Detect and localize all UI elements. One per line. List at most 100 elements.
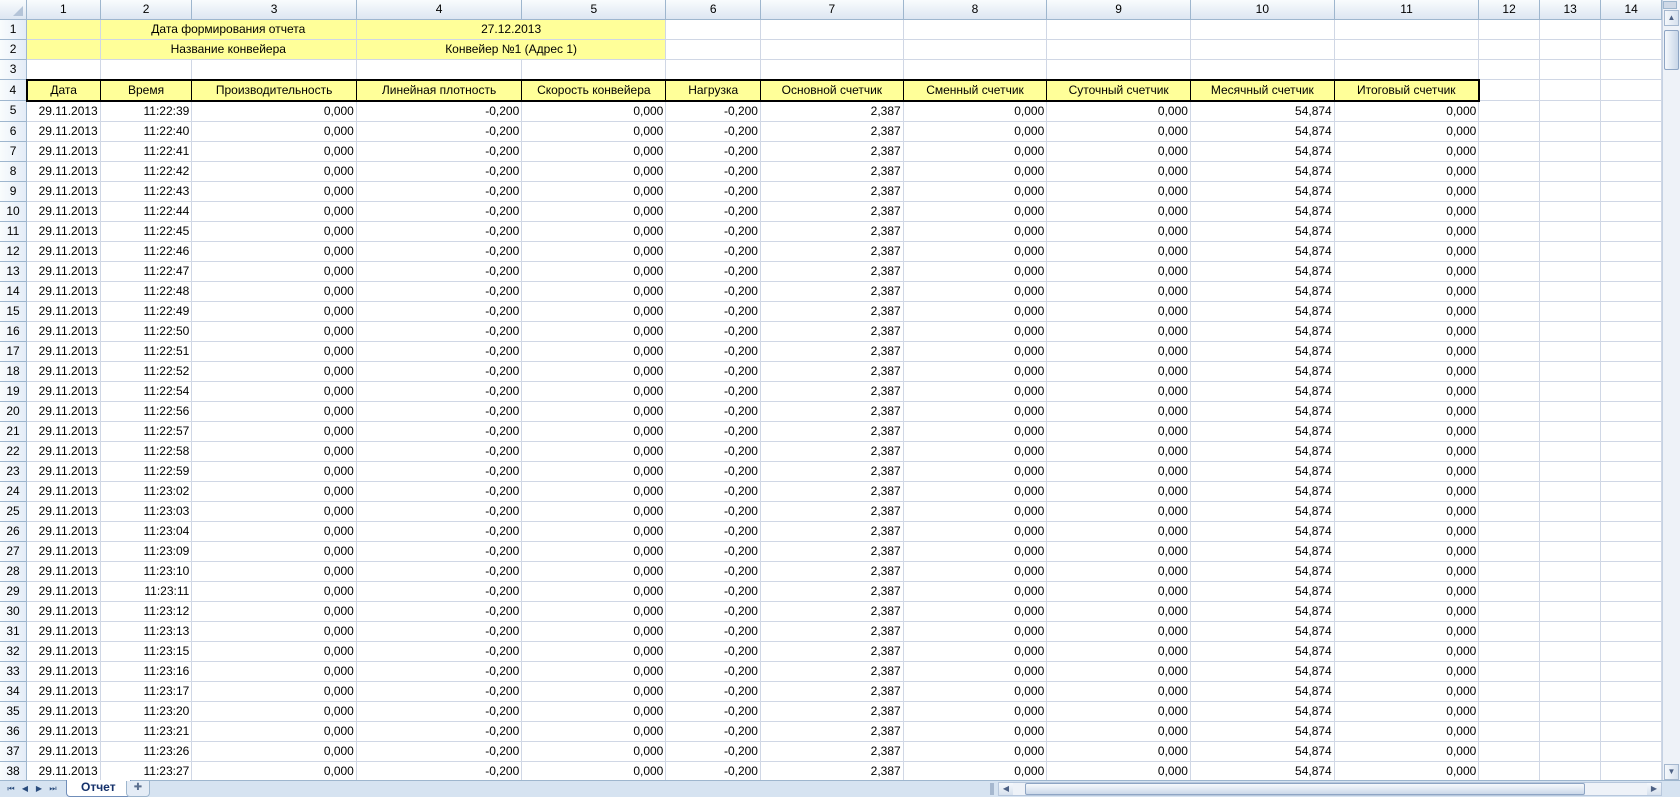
- data-cell[interactable]: 29.11.2013: [26, 361, 101, 382]
- data-cell[interactable]: 2,387: [760, 221, 904, 242]
- data-cell[interactable]: 0,000: [191, 721, 357, 742]
- data-cell[interactable]: 54,874: [1190, 241, 1335, 262]
- data-cell[interactable]: 2,387: [760, 321, 904, 342]
- cell[interactable]: [1478, 79, 1540, 101]
- data-cell[interactable]: -0,200: [356, 241, 523, 262]
- data-cell[interactable]: 0,000: [903, 121, 1048, 142]
- data-cell[interactable]: -0,200: [665, 661, 761, 682]
- cell[interactable]: [1539, 161, 1602, 182]
- cell[interactable]: [521, 59, 667, 80]
- data-cell[interactable]: 29.11.2013: [26, 661, 101, 682]
- next-sheet-icon[interactable]: ▶: [32, 782, 46, 796]
- column-header[interactable]: 4: [356, 0, 523, 20]
- row-header[interactable]: 24: [0, 481, 28, 502]
- data-cell[interactable]: 0,000: [521, 621, 667, 642]
- data-cell[interactable]: -0,200: [356, 161, 523, 182]
- data-cell[interactable]: 0,000: [903, 501, 1048, 522]
- cell[interactable]: [1539, 341, 1602, 362]
- column-title[interactable]: Нагрузка: [665, 78, 761, 102]
- data-cell[interactable]: 0,000: [191, 361, 357, 382]
- data-cell[interactable]: 29.11.2013: [26, 141, 101, 162]
- cell[interactable]: [665, 59, 761, 80]
- data-cell[interactable]: 29.11.2013: [26, 341, 101, 362]
- row-header[interactable]: 19: [0, 381, 28, 402]
- data-cell[interactable]: 0,000: [191, 441, 357, 462]
- cell[interactable]: [1539, 121, 1602, 142]
- cell[interactable]: [1334, 19, 1480, 40]
- column-title[interactable]: Дата: [25, 78, 101, 102]
- row-header[interactable]: 22: [0, 441, 28, 462]
- data-cell[interactable]: 54,874: [1190, 561, 1335, 582]
- data-cell[interactable]: 0,000: [1046, 521, 1191, 542]
- cell[interactable]: [1600, 301, 1662, 322]
- scroll-up-icon[interactable]: ▲: [1664, 10, 1679, 26]
- cell[interactable]: [1539, 221, 1602, 242]
- data-cell[interactable]: 0,000: [903, 681, 1048, 702]
- data-cell[interactable]: 0,000: [521, 100, 667, 122]
- data-cell[interactable]: 0,000: [1334, 301, 1480, 322]
- data-cell[interactable]: 2,387: [760, 381, 904, 402]
- data-cell[interactable]: 0,000: [191, 100, 357, 122]
- data-cell[interactable]: 54,874: [1190, 681, 1335, 702]
- cell[interactable]: [1539, 321, 1602, 342]
- data-cell[interactable]: -0,200: [665, 741, 761, 762]
- data-cell[interactable]: -0,200: [356, 621, 523, 642]
- data-cell[interactable]: 0,000: [903, 361, 1048, 382]
- data-cell[interactable]: -0,200: [665, 201, 761, 222]
- cell[interactable]: [1600, 621, 1662, 642]
- data-cell[interactable]: 0,000: [521, 201, 667, 222]
- cell[interactable]: [1478, 741, 1540, 762]
- data-cell[interactable]: 0,000: [1046, 281, 1191, 302]
- column-header[interactable]: 3: [191, 0, 357, 20]
- data-cell[interactable]: 2,387: [760, 301, 904, 322]
- data-cell[interactable]: 0,000: [903, 141, 1048, 162]
- data-cell[interactable]: 11:23:13: [100, 621, 193, 642]
- data-cell[interactable]: 11:22:42: [100, 161, 193, 182]
- info-value-conveyor-name[interactable]: Конвейер №1 (Адрес 1): [356, 39, 667, 60]
- data-cell[interactable]: 29.11.2013: [26, 741, 101, 762]
- data-cell[interactable]: 0,000: [521, 441, 667, 462]
- data-cell[interactable]: 0,000: [1046, 481, 1191, 502]
- cell[interactable]: [1539, 501, 1602, 522]
- data-cell[interactable]: 0,000: [191, 141, 357, 162]
- data-cell[interactable]: -0,200: [356, 401, 523, 422]
- cell[interactable]: [356, 59, 523, 80]
- data-cell[interactable]: 0,000: [903, 421, 1048, 442]
- data-cell[interactable]: -0,200: [665, 401, 761, 422]
- data-cell[interactable]: -0,200: [665, 721, 761, 742]
- data-cell[interactable]: 0,000: [903, 461, 1048, 482]
- data-cell[interactable]: 29.11.2013: [26, 201, 101, 222]
- data-cell[interactable]: 29.11.2013: [26, 441, 101, 462]
- column-header[interactable]: 12: [1478, 0, 1540, 20]
- cell[interactable]: [1539, 681, 1602, 702]
- data-cell[interactable]: 29.11.2013: [26, 241, 101, 262]
- data-cell[interactable]: 2,387: [760, 421, 904, 442]
- row-header[interactable]: 35: [0, 701, 28, 722]
- data-cell[interactable]: 0,000: [1046, 461, 1191, 482]
- row-header[interactable]: 3: [0, 59, 28, 80]
- data-cell[interactable]: 0,000: [1334, 661, 1480, 682]
- data-cell[interactable]: 0,000: [1334, 341, 1480, 362]
- data-cell[interactable]: 2,387: [760, 341, 904, 362]
- data-cell[interactable]: -0,200: [665, 181, 761, 202]
- cell[interactable]: [1478, 59, 1540, 80]
- cell[interactable]: [1600, 121, 1662, 142]
- data-cell[interactable]: 0,000: [1046, 541, 1191, 562]
- data-cell[interactable]: 0,000: [1334, 761, 1480, 780]
- data-cell[interactable]: -0,200: [356, 381, 523, 402]
- cell[interactable]: [760, 19, 904, 40]
- data-cell[interactable]: 29.11.2013: [26, 601, 101, 622]
- data-cell[interactable]: 0,000: [903, 741, 1048, 762]
- cell[interactable]: [1478, 281, 1540, 302]
- vertical-scroll-thumb[interactable]: [1664, 30, 1679, 70]
- cell[interactable]: [903, 19, 1048, 40]
- cell[interactable]: [1600, 201, 1662, 222]
- data-cell[interactable]: 0,000: [1046, 141, 1191, 162]
- cell[interactable]: [1600, 721, 1662, 742]
- cell[interactable]: [1478, 481, 1540, 502]
- data-cell[interactable]: 0,000: [521, 121, 667, 142]
- data-cell[interactable]: 0,000: [191, 661, 357, 682]
- data-cell[interactable]: 0,000: [1046, 581, 1191, 602]
- data-cell[interactable]: 29.11.2013: [26, 681, 101, 702]
- data-cell[interactable]: 0,000: [1046, 121, 1191, 142]
